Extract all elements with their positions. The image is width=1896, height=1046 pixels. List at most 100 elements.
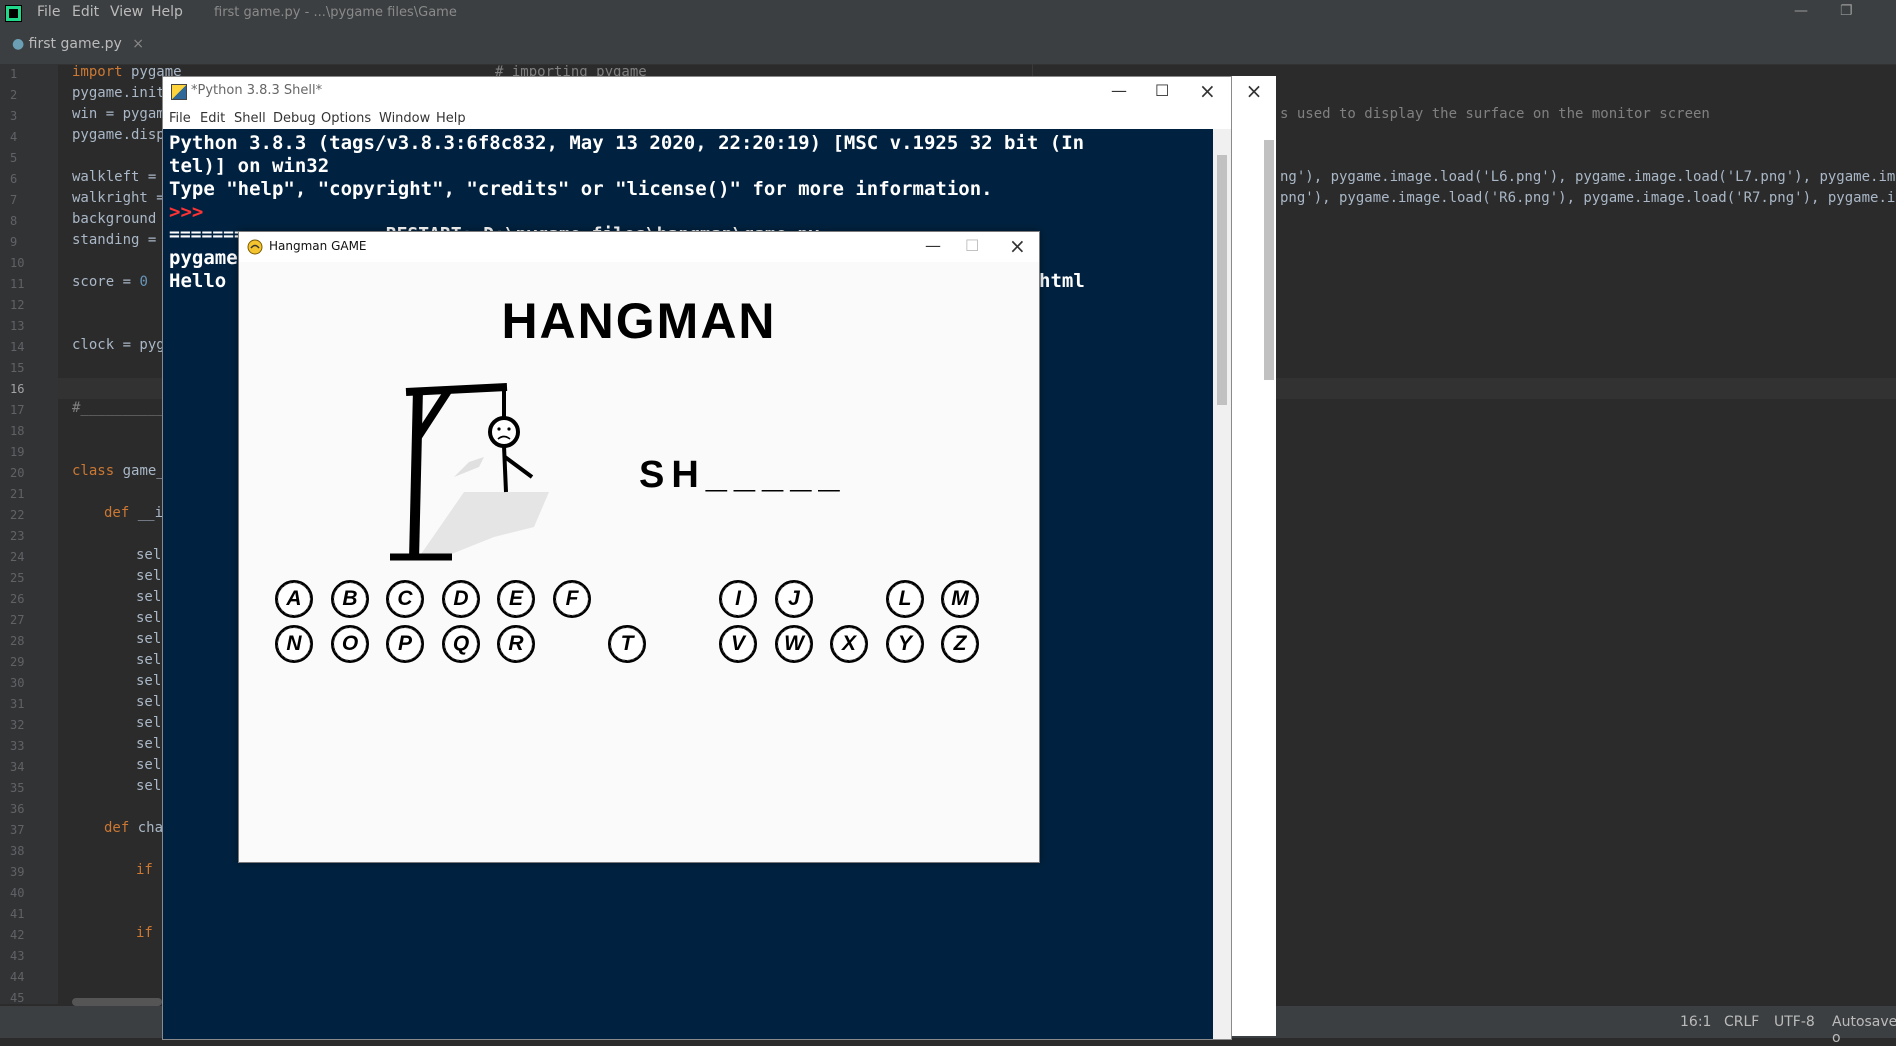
idle-close-icon[interactable]: × [1199,79,1216,103]
letter-button-e[interactable]: E [497,580,535,618]
hangman-minimize-icon[interactable]: — [925,236,941,255]
letter-button-x[interactable]: X [830,625,868,663]
line-number: 23 [10,529,25,543]
letter-button-q[interactable]: Q [442,625,480,663]
letter-button-j[interactable]: J [775,580,813,618]
letter-button-f[interactable]: F [553,580,591,618]
line-number: 6 [10,172,18,186]
letter-button-l[interactable]: L [886,580,924,618]
code-line-31[interactable]: sel [136,694,161,710]
status-autosave[interactable]: Autosave: o [1832,1014,1896,1046]
code-line-42[interactable]: if [136,925,153,941]
code-line-11[interactable]: score = 0 [72,274,148,290]
background-window-scroll-thumb[interactable] [1264,140,1274,380]
letter-button-o[interactable]: O [331,625,369,663]
letter-button-d[interactable]: D [442,580,480,618]
code-line-3[interactable]: win = pygam [72,106,165,122]
code-line-17[interactable]: #__________ [72,400,165,416]
code-line-7-tail[interactable]: png'), pygame.image.load('R6.png'), pyga… [1280,190,1896,206]
code-line-20[interactable]: class game_ [72,463,165,479]
status-cursor-position[interactable]: 16:1 [1680,1014,1711,1030]
code-line-6-tail[interactable]: ng'), pygame.image.load('L6.png'), pygam… [1280,169,1896,185]
code-line-22[interactable]: def __i [104,505,163,521]
hangman-window: Hangman GAME — ☐ × HANGMAN SH_____ A B C… [238,231,1040,863]
code-line-4[interactable]: pygame.disp [72,127,165,143]
code-line-33[interactable]: sel [136,736,161,752]
idle-menu-options[interactable]: Options [321,111,371,126]
line-number: 10 [10,256,25,270]
letter-button-z[interactable]: Z [941,625,979,663]
python-file-icon: ● [12,36,25,52]
code-line-30[interactable]: sel [136,673,161,689]
code-line-29[interactable]: sel [136,652,161,668]
idle-menu-window[interactable]: Window [379,111,430,126]
idle-minimize-icon[interactable]: — [1111,81,1127,100]
code-line-28[interactable]: sel [136,631,161,647]
hangman-head [488,416,520,448]
status-line-ending[interactable]: CRLF [1724,1014,1759,1030]
idle-menu-file[interactable]: File [169,111,191,126]
idle-scroll-thumb[interactable] [1217,155,1227,405]
menu-file[interactable]: File [37,4,60,20]
code-line-9[interactable]: standing = [72,232,156,248]
code-line-24[interactable]: sel [136,547,161,563]
letter-button-n[interactable]: N [275,625,313,663]
letter-button-p[interactable]: P [386,625,424,663]
code-line-14[interactable]: clock = pyg [72,337,165,353]
code-line-32[interactable]: sel [136,715,161,731]
line-number: 41 [10,907,25,921]
line-number: 25 [10,571,25,585]
code-line-6[interactable]: walkleft = [72,169,156,185]
hangman-close-icon[interactable]: × [1009,234,1026,258]
idle-menu-edit[interactable]: Edit [200,111,225,126]
code-line-2[interactable]: pygame.init [72,85,165,101]
idle-maximize-icon[interactable]: ☐ [1155,81,1169,100]
shell-hello-line-tail: html [1039,270,1085,292]
code-line-25[interactable]: sel [136,568,161,584]
line-number: 27 [10,613,25,627]
code-line-7[interactable]: walkright = [72,190,165,206]
letter-button-t[interactable]: T [608,625,646,663]
letter-button-y[interactable]: Y [886,625,924,663]
menu-view[interactable]: View [110,4,143,20]
letter-button-v[interactable]: V [719,625,757,663]
code-line-37[interactable]: def cha [104,820,163,836]
idle-vertical-scrollbar[interactable] [1213,129,1231,1039]
hangman-titlebar: Hangman GAME — ☐ × [239,232,1039,262]
code-line-39[interactable]: if [136,862,153,878]
letter-button-r[interactable]: R [497,625,535,663]
line-number: 19 [10,445,25,459]
minimize-icon[interactable]: — [1794,3,1808,19]
idle-menu-shell[interactable]: Shell [234,111,266,126]
line-number: 35 [10,781,25,795]
menu-help[interactable]: Help [151,4,183,20]
code-line-8[interactable]: background [72,211,156,227]
letter-button-i[interactable]: I [719,580,757,618]
line-number: 8 [10,214,18,228]
idle-menu-debug[interactable]: Debug [273,111,316,126]
shell-platform-line: tel)] on win32 [169,155,330,177]
letter-button-b[interactable]: B [331,580,369,618]
line-number: 22 [10,508,25,522]
letter-button-w[interactable]: W [775,625,813,663]
gallows-drawing [390,383,549,561]
letter-button-m[interactable]: M [941,580,979,618]
tab-first-game[interactable]: ● first game.py × [12,36,144,52]
restore-icon[interactable]: ❐ [1840,3,1853,19]
letter-button-a[interactable]: A [275,580,313,618]
line-number: 43 [10,949,25,963]
line-number: 30 [10,676,25,690]
code-line-27[interactable]: sel [136,610,161,626]
close-tab-icon[interactable]: × [132,36,144,52]
code-line-34[interactable]: sel [136,757,161,773]
menu-edit[interactable]: Edit [72,4,99,20]
background-window-close-icon[interactable]: × [1232,76,1276,106]
idle-menu-help[interactable]: Help [436,111,466,126]
line-number: 32 [10,718,25,732]
line-number: 40 [10,886,25,900]
code-line-35[interactable]: sel [136,778,161,794]
editor-horizontal-scrollbar[interactable] [72,998,162,1006]
status-encoding[interactable]: UTF-8 [1774,1014,1815,1030]
letter-button-c[interactable]: C [386,580,424,618]
code-line-26[interactable]: sel [136,589,161,605]
